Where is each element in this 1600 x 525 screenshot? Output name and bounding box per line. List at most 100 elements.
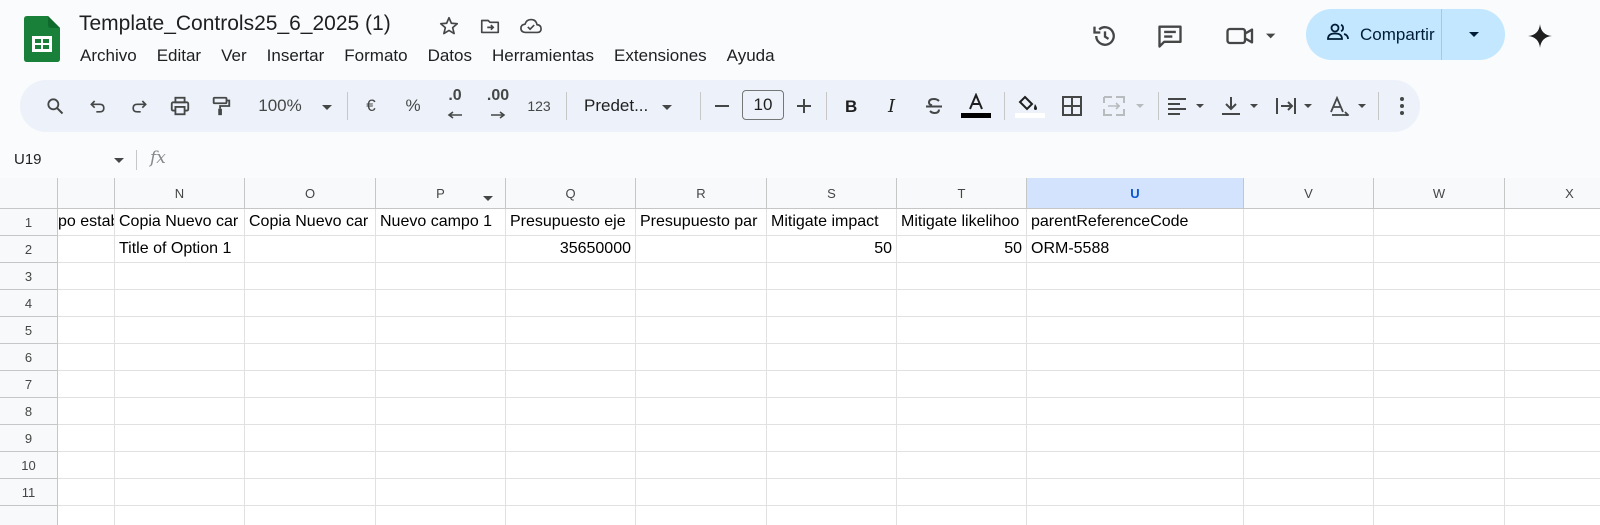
empty-cell[interactable]	[1244, 371, 1374, 398]
empty-cell[interactable]	[506, 452, 636, 479]
cell-t1[interactable]: Mitigate likelihoo	[897, 209, 1027, 236]
cell-v1[interactable]	[1244, 209, 1374, 236]
undo-icon[interactable]	[81, 80, 115, 132]
empty-cell[interactable]	[245, 425, 376, 452]
column-header-s[interactable]: S	[767, 178, 897, 209]
empty-cell[interactable]	[115, 290, 245, 317]
empty-cell[interactable]	[376, 398, 506, 425]
menu-editar[interactable]: Editar	[147, 44, 211, 68]
empty-cell[interactable]	[1505, 317, 1600, 344]
cell-u1[interactable]: parentReferenceCode	[1027, 209, 1244, 236]
empty-cell[interactable]	[767, 506, 897, 525]
cell-w2[interactable]	[1374, 236, 1505, 263]
text-color-icon[interactable]	[958, 80, 994, 132]
strikethrough-icon[interactable]	[918, 80, 950, 132]
empty-cell[interactable]	[767, 398, 897, 425]
row-header-12[interactable]	[0, 506, 58, 525]
empty-cell[interactable]	[1374, 425, 1505, 452]
empty-cell[interactable]	[115, 344, 245, 371]
column-header-n[interactable]: N	[115, 178, 245, 209]
empty-cell[interactable]	[115, 506, 245, 525]
decrease-decimal-button[interactable]: .0	[437, 80, 473, 132]
empty-cell[interactable]	[58, 290, 115, 317]
empty-cell[interactable]	[506, 425, 636, 452]
empty-cell[interactable]	[58, 317, 115, 344]
empty-cell[interactable]	[1244, 479, 1374, 506]
menu-ayuda[interactable]: Ayuda	[717, 44, 785, 68]
cell-t2[interactable]: 50	[897, 236, 1027, 263]
sheets-logo-icon[interactable]	[24, 16, 60, 62]
row-header-6[interactable]: 6	[0, 344, 58, 371]
empty-cell[interactable]	[636, 506, 767, 525]
empty-cell[interactable]	[636, 344, 767, 371]
row-header-5[interactable]: 5	[0, 317, 58, 344]
empty-cell[interactable]	[767, 479, 897, 506]
empty-cell[interactable]	[245, 452, 376, 479]
row-header-4[interactable]: 4	[0, 290, 58, 317]
row-header-9[interactable]: 9	[0, 425, 58, 452]
empty-cell[interactable]	[58, 371, 115, 398]
empty-cell[interactable]	[897, 317, 1027, 344]
cell-p2[interactable]	[376, 236, 506, 263]
empty-cell[interactable]	[245, 371, 376, 398]
empty-cell[interactable]	[58, 263, 115, 290]
empty-cell[interactable]	[506, 398, 636, 425]
row-header-3[interactable]: 3	[0, 263, 58, 290]
cell-v2[interactable]	[1244, 236, 1374, 263]
fill-color-icon[interactable]	[1012, 80, 1048, 132]
empty-cell[interactable]	[376, 263, 506, 290]
comments-icon[interactable]	[1152, 18, 1188, 54]
column-header-t[interactable]: T	[897, 178, 1027, 209]
empty-cell[interactable]	[767, 371, 897, 398]
text-rotation-icon[interactable]	[1326, 80, 1372, 132]
empty-cell[interactable]	[1505, 425, 1600, 452]
cell-o1[interactable]: Copia Nuevo car	[245, 209, 376, 236]
menu-archivo[interactable]: Archivo	[70, 44, 147, 68]
version-history-icon[interactable]	[1087, 18, 1123, 54]
empty-cell[interactable]	[58, 506, 115, 525]
borders-icon[interactable]	[1056, 80, 1088, 132]
empty-cell[interactable]	[1027, 506, 1244, 525]
empty-cell[interactable]	[115, 263, 245, 290]
meet-camera-icon[interactable]	[1222, 18, 1282, 54]
empty-cell[interactable]	[58, 425, 115, 452]
cell-p1[interactable]: Nuevo campo 1	[376, 209, 506, 236]
empty-cell[interactable]	[636, 398, 767, 425]
empty-cell[interactable]	[1374, 479, 1505, 506]
menu-datos[interactable]: Datos	[418, 44, 482, 68]
row-header-8[interactable]: 8	[0, 398, 58, 425]
empty-cell[interactable]	[1027, 290, 1244, 317]
empty-cell[interactable]	[1374, 263, 1505, 290]
empty-cell[interactable]	[1244, 344, 1374, 371]
star-icon[interactable]	[437, 14, 461, 38]
empty-cell[interactable]	[115, 371, 245, 398]
cell-r1[interactable]: Presupuesto par	[636, 209, 767, 236]
redo-icon[interactable]	[122, 80, 156, 132]
cell-w1[interactable]	[1374, 209, 1505, 236]
empty-cell[interactable]	[636, 371, 767, 398]
cell-q1[interactable]: Presupuesto eje	[506, 209, 636, 236]
gemini-sparkle-icon[interactable]	[1522, 18, 1558, 54]
row-header-11[interactable]: 11	[0, 479, 58, 506]
column-header-p[interactable]: P	[376, 178, 506, 209]
empty-cell[interactable]	[636, 452, 767, 479]
empty-cell[interactable]	[1505, 290, 1600, 317]
empty-cell[interactable]	[897, 344, 1027, 371]
cloud-saved-icon[interactable]	[519, 14, 543, 38]
format-currency-button[interactable]: €	[356, 80, 386, 132]
empty-cell[interactable]	[58, 452, 115, 479]
empty-cell[interactable]	[636, 479, 767, 506]
horizontal-align-icon[interactable]	[1164, 80, 1210, 132]
empty-cell[interactable]	[1374, 398, 1505, 425]
column-header-q[interactable]: Q	[506, 178, 636, 209]
row-header-10[interactable]: 10	[0, 452, 58, 479]
text-wrapping-icon[interactable]	[1272, 80, 1318, 132]
cell-o2[interactable]	[245, 236, 376, 263]
empty-cell[interactable]	[376, 290, 506, 317]
cell-s2[interactable]: 50	[767, 236, 897, 263]
italic-icon[interactable]: I	[878, 80, 908, 132]
cell-u2[interactable]: ORM-5588	[1027, 236, 1244, 263]
empty-cell[interactable]	[376, 425, 506, 452]
empty-cell[interactable]	[376, 344, 506, 371]
empty-cell[interactable]	[58, 479, 115, 506]
